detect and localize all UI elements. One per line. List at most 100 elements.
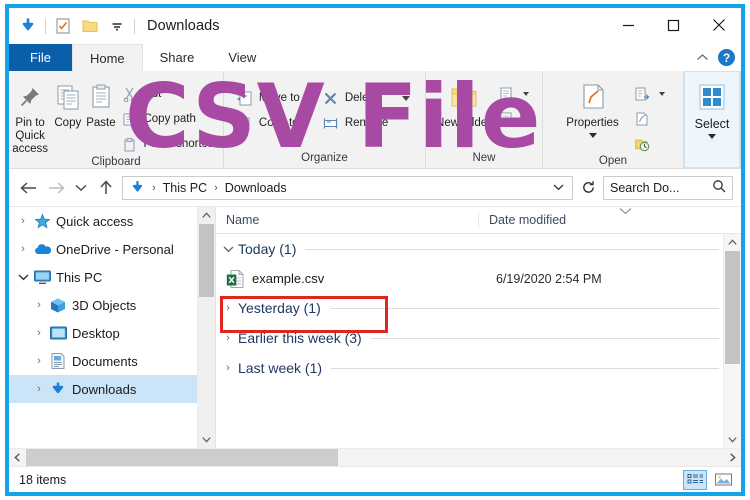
chevron-down-icon[interactable] [547, 182, 570, 194]
group-header-yesterday[interactable]: › Yesterday (1) [216, 293, 741, 323]
easy-access-button[interactable] [494, 108, 535, 130]
ribbon-group-select: Select [684, 71, 741, 168]
horizontal-scrollbar[interactable] [9, 448, 741, 466]
up-button[interactable] [92, 174, 120, 202]
group-header-earlier-this-week[interactable]: › Earlier this week (3) [216, 323, 741, 353]
navpane-scrollbar[interactable] [197, 207, 215, 448]
close-button[interactable] [696, 8, 741, 42]
column-header-name[interactable]: Name [216, 213, 478, 227]
group-header-today[interactable]: Today (1) [216, 234, 741, 264]
move-to-button[interactable]: Move to [233, 87, 306, 109]
pin-icon [17, 81, 43, 113]
copy-path-button[interactable]: Copy path [117, 108, 223, 130]
copy-to-button[interactable]: Copy to [233, 112, 306, 134]
group-header-last-week[interactable]: › Last week (1) [216, 353, 741, 383]
properties-checklist-icon[interactable] [53, 16, 73, 36]
copy-button[interactable]: Copy [51, 75, 84, 130]
sidebar-item-downloads[interactable]: › Downloads [9, 375, 215, 403]
sidebar-item-desktop[interactable]: › Desktop [9, 319, 215, 347]
details-view-icon[interactable] [683, 469, 707, 490]
scroll-up-icon[interactable] [198, 207, 215, 224]
tab-file[interactable]: File [9, 44, 72, 71]
3d-objects-icon [47, 296, 69, 314]
expand-chevron-icon[interactable]: › [220, 332, 236, 344]
easy-access-caret-icon[interactable] [522, 117, 529, 121]
pin-to-quick-access-button[interactable]: Pin to Quick access [9, 75, 51, 156]
main-content: › Quick access › OneDrive - Personal Thi… [9, 206, 741, 448]
refresh-button[interactable] [577, 177, 599, 199]
scroll-right-icon[interactable] [724, 449, 741, 466]
table-row[interactable]: example.csv 6/19/2020 2:54 PM [216, 264, 741, 293]
collapse-chevron-icon[interactable] [15, 273, 31, 281]
new-item-button[interactable] [494, 83, 535, 105]
download-arrow-icon[interactable] [18, 16, 38, 36]
help-icon[interactable]: ? [718, 49, 735, 66]
open-button[interactable] [630, 83, 671, 105]
back-button[interactable] [14, 174, 42, 202]
scroll-down-icon[interactable] [198, 431, 215, 448]
downloads-arrow-icon [47, 380, 69, 398]
sidebar-item-onedrive[interactable]: › OneDrive - Personal [9, 235, 215, 263]
group-rule [370, 337, 719, 339]
scroll-left-icon[interactable] [9, 449, 26, 466]
select-button[interactable]: Select [685, 72, 739, 139]
horizontal-scroll-track[interactable] [26, 449, 724, 466]
breadcrumb-this-pc[interactable]: This PC [160, 181, 210, 195]
column-header-date-label: Date modified [489, 213, 567, 227]
tab-home[interactable]: Home [71, 44, 143, 71]
scroll-down-icon[interactable] [724, 431, 741, 448]
new-folder-button[interactable]: New folder [434, 75, 494, 130]
file-list-scroll-thumb[interactable] [725, 251, 740, 364]
customize-chevron-icon[interactable] [107, 16, 127, 36]
sidebar-item-3d-objects[interactable]: › 3D Objects [9, 291, 215, 319]
sidebar-label-this-pc: This PC [56, 269, 103, 285]
expand-chevron-icon[interactable]: › [220, 362, 236, 374]
expand-chevron-icon[interactable]: › [220, 302, 236, 314]
maximize-button[interactable] [651, 8, 696, 42]
large-icons-view-icon[interactable] [711, 470, 735, 490]
new-folder-icon[interactable] [80, 16, 100, 36]
column-header-date-modified[interactable]: Date modified [478, 208, 658, 227]
recent-locations-button[interactable] [70, 174, 92, 202]
search-input[interactable]: Search Do... [603, 175, 733, 200]
search-icon[interactable] [712, 179, 726, 196]
tab-view[interactable]: View [211, 44, 273, 71]
delete-button[interactable]: Delete [319, 87, 416, 109]
expand-chevron-icon[interactable]: › [31, 355, 47, 367]
sidebar-item-this-pc[interactable]: This PC [9, 263, 215, 291]
delete-caret-icon[interactable] [399, 95, 411, 101]
collapse-ribbon-icon[interactable] [696, 52, 709, 64]
collapse-chevron-icon[interactable] [220, 245, 236, 253]
horizontal-scroll-thumb[interactable] [26, 449, 338, 466]
expand-chevron-icon[interactable]: › [31, 299, 47, 311]
ribbon-group-new: New folder New [426, 71, 543, 168]
cut-button[interactable]: Cut [117, 83, 223, 105]
sidebar-item-documents[interactable]: › Documents [9, 347, 215, 375]
paste-shortcut-button[interactable]: Paste shortcut [117, 133, 223, 155]
expand-chevron-icon[interactable]: › [31, 383, 47, 395]
expand-chevron-icon[interactable]: › [15, 243, 31, 255]
sidebar-item-quick-access[interactable]: › Quick access [9, 207, 215, 235]
properties-caret-icon[interactable] [588, 133, 597, 138]
paste-button[interactable]: Paste [84, 75, 117, 130]
rename-button[interactable]: Rename [319, 112, 416, 134]
breadcrumb[interactable]: › This PC › Downloads [122, 175, 573, 200]
open-caret-icon[interactable] [658, 92, 665, 96]
group-label-organize: Organize [301, 152, 348, 164]
scroll-up-icon[interactable] [724, 234, 741, 251]
edit-button[interactable] [630, 108, 671, 130]
history-button[interactable] [630, 133, 671, 155]
forward-button[interactable] [42, 174, 70, 202]
tab-share[interactable]: Share [143, 44, 212, 71]
file-list-scrollbar[interactable] [723, 234, 741, 448]
select-caret-icon[interactable] [708, 134, 716, 139]
new-item-caret-icon[interactable] [522, 92, 529, 96]
navpane-scroll-thumb[interactable] [199, 224, 214, 297]
minimize-button[interactable] [606, 8, 651, 42]
file-date-example-csv: 6/19/2020 2:54 PM [496, 271, 602, 286]
move-to-icon [236, 89, 254, 107]
properties-button[interactable]: Properties [556, 75, 630, 138]
expand-chevron-icon[interactable]: › [15, 215, 31, 227]
expand-chevron-icon[interactable]: › [31, 327, 47, 339]
breadcrumb-downloads[interactable]: Downloads [222, 181, 290, 195]
